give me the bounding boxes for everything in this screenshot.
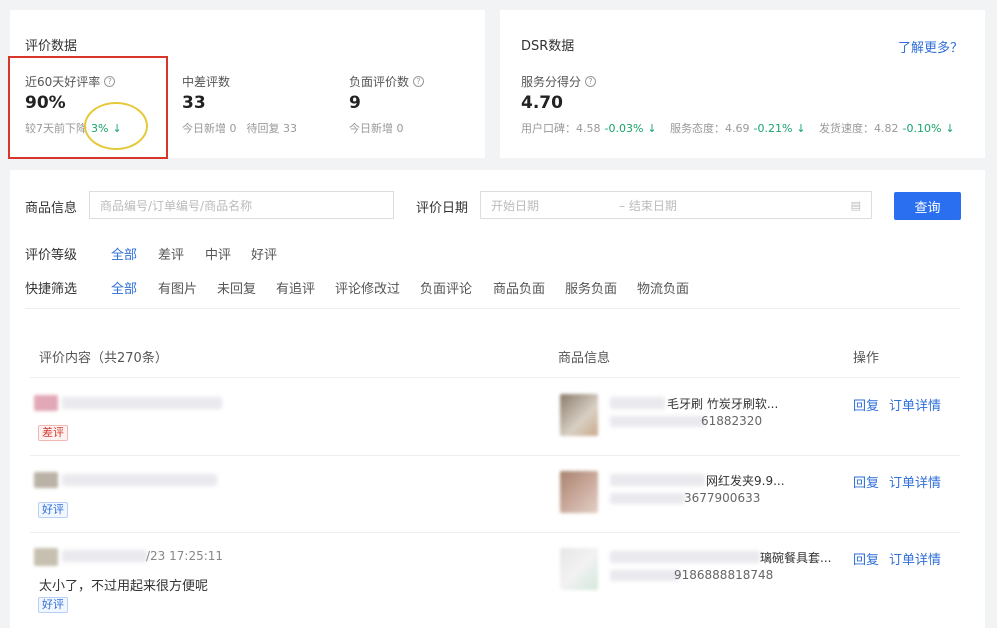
reply-button[interactable]: 回复 [853, 549, 879, 568]
start-date-input[interactable]: 开始日期 [491, 197, 539, 214]
product-id: 3677900633 [684, 491, 761, 505]
col-header-product: 商品信息 [558, 351, 611, 366]
dsr-data-card: DSR数据 了解更多？ 服务分得分 ? 4.70 用户口碑：4.58 -0.03… [500, 10, 985, 158]
status-badge: 好评 [38, 597, 68, 613]
query-button[interactable]: 查询 [894, 192, 961, 220]
redacted-text [62, 550, 147, 562]
redacted-text [610, 551, 760, 563]
learn-more-link[interactable]: 了解更多？ [898, 37, 963, 56]
reply-button[interactable]: 回复 [853, 395, 879, 414]
quick-chip-all[interactable]: 全部 [111, 278, 137, 297]
arrow-down-icon: ↓ [945, 121, 955, 135]
quick-chip-modified[interactable]: 评论修改过 [335, 278, 400, 297]
dsr-item: 服务态度：4.69 -0.21% ↓ [670, 121, 806, 136]
product-name[interactable]: 毛牙刷 竹炭牙刷软... [667, 395, 778, 412]
product-id: 9186888818748 [674, 568, 774, 582]
level-chip-all[interactable]: 全部 [111, 244, 137, 263]
product-info-label: 商品信息 [25, 201, 78, 216]
order-detail-button[interactable]: 订单详情 [889, 549, 941, 568]
review-text: 太小了，不过用起来很方便呢 [39, 579, 209, 594]
order-detail-button[interactable]: 订单详情 [889, 472, 941, 491]
product-thumbnail [560, 394, 598, 436]
quick-chip-unreplied[interactable]: 未回复 [217, 278, 256, 297]
service-score-label: 服务分得分 ? [521, 73, 597, 90]
info-icon[interactable]: ? [413, 76, 425, 87]
redacted-text [610, 493, 685, 504]
level-chip-bad[interactable]: 差评 [158, 244, 184, 263]
quick-chip-logistics-negative[interactable]: 物流负面 [637, 278, 689, 297]
level-chip-good[interactable]: 好评 [251, 244, 277, 263]
product-search-input[interactable]: 商品编号/订单编号/商品名称 [89, 191, 394, 219]
redacted-text [610, 474, 705, 486]
divider [25, 308, 960, 309]
avatar [34, 472, 58, 488]
dsr-item: 用户口碑：4.58 -0.03% ↓ [521, 121, 657, 136]
dsr-card-title: DSR数据 [521, 39, 575, 54]
quick-chip-negative[interactable]: 负面评论 [420, 278, 472, 297]
col-header-content: 评价内容（共270条） [39, 351, 168, 366]
eval-level-label: 评价等级 [25, 248, 78, 263]
calendar-icon[interactable]: ▤ [851, 199, 861, 212]
product-thumbnail [560, 548, 598, 590]
review-time: /23 17:25:11 [146, 549, 224, 563]
product-id: 61882320 [701, 414, 763, 428]
avatar [34, 548, 58, 566]
quick-chip-image[interactable]: 有图片 [158, 278, 197, 297]
arrow-down-icon: ↓ [647, 121, 657, 135]
yellow-circle-annotation [84, 102, 148, 150]
divider [30, 532, 960, 533]
arrow-down-icon: ↓ [796, 121, 806, 135]
order-detail-button[interactable]: 订单详情 [889, 395, 941, 414]
avatar [34, 395, 58, 411]
date-range-picker[interactable]: 开始日期 – 结束日期 ▤ [480, 191, 872, 219]
quick-chip-service-negative[interactable]: 服务负面 [565, 278, 617, 297]
dsr-item: 发货速度：4.82 -0.10% ↓ [819, 121, 955, 136]
redacted-text [62, 474, 217, 486]
redacted-text [610, 397, 665, 409]
mid-bad-sub: 今日新增 0 待回复 33 [182, 122, 297, 135]
eval-card-title: 评价数据 [25, 39, 78, 54]
product-name[interactable]: 璃碗餐具套... [760, 549, 831, 566]
level-chip-mid[interactable]: 中评 [205, 244, 231, 263]
mid-bad-value: 33 [182, 93, 206, 113]
product-name[interactable]: 网红发夹9.9... [706, 472, 785, 489]
quick-chip-followup[interactable]: 有追评 [276, 278, 315, 297]
negative-sub: 今日新增 0 [349, 122, 404, 135]
eval-date-label: 评价日期 [416, 201, 469, 216]
status-badge: 差评 [38, 425, 68, 441]
status-badge: 好评 [38, 502, 68, 518]
divider [30, 455, 960, 456]
redacted-text [62, 397, 222, 409]
red-highlight-box [8, 56, 168, 159]
negative-value: 9 [349, 93, 361, 113]
redacted-text [610, 416, 705, 427]
service-score-value: 4.70 [521, 93, 563, 113]
quick-filter-label: 快捷筛选 [25, 282, 78, 297]
end-date-input[interactable]: – 结束日期 [619, 197, 677, 214]
redacted-text [610, 570, 680, 581]
divider [30, 377, 960, 378]
col-header-action: 操作 [853, 351, 880, 366]
mid-bad-label: 中差评数 [182, 75, 231, 89]
quick-chip-product-negative[interactable]: 商品负面 [493, 278, 545, 297]
product-thumbnail [560, 471, 598, 513]
info-icon[interactable]: ? [585, 76, 597, 87]
negative-label: 负面评价数 ? [349, 73, 425, 90]
reply-button[interactable]: 回复 [853, 472, 879, 491]
